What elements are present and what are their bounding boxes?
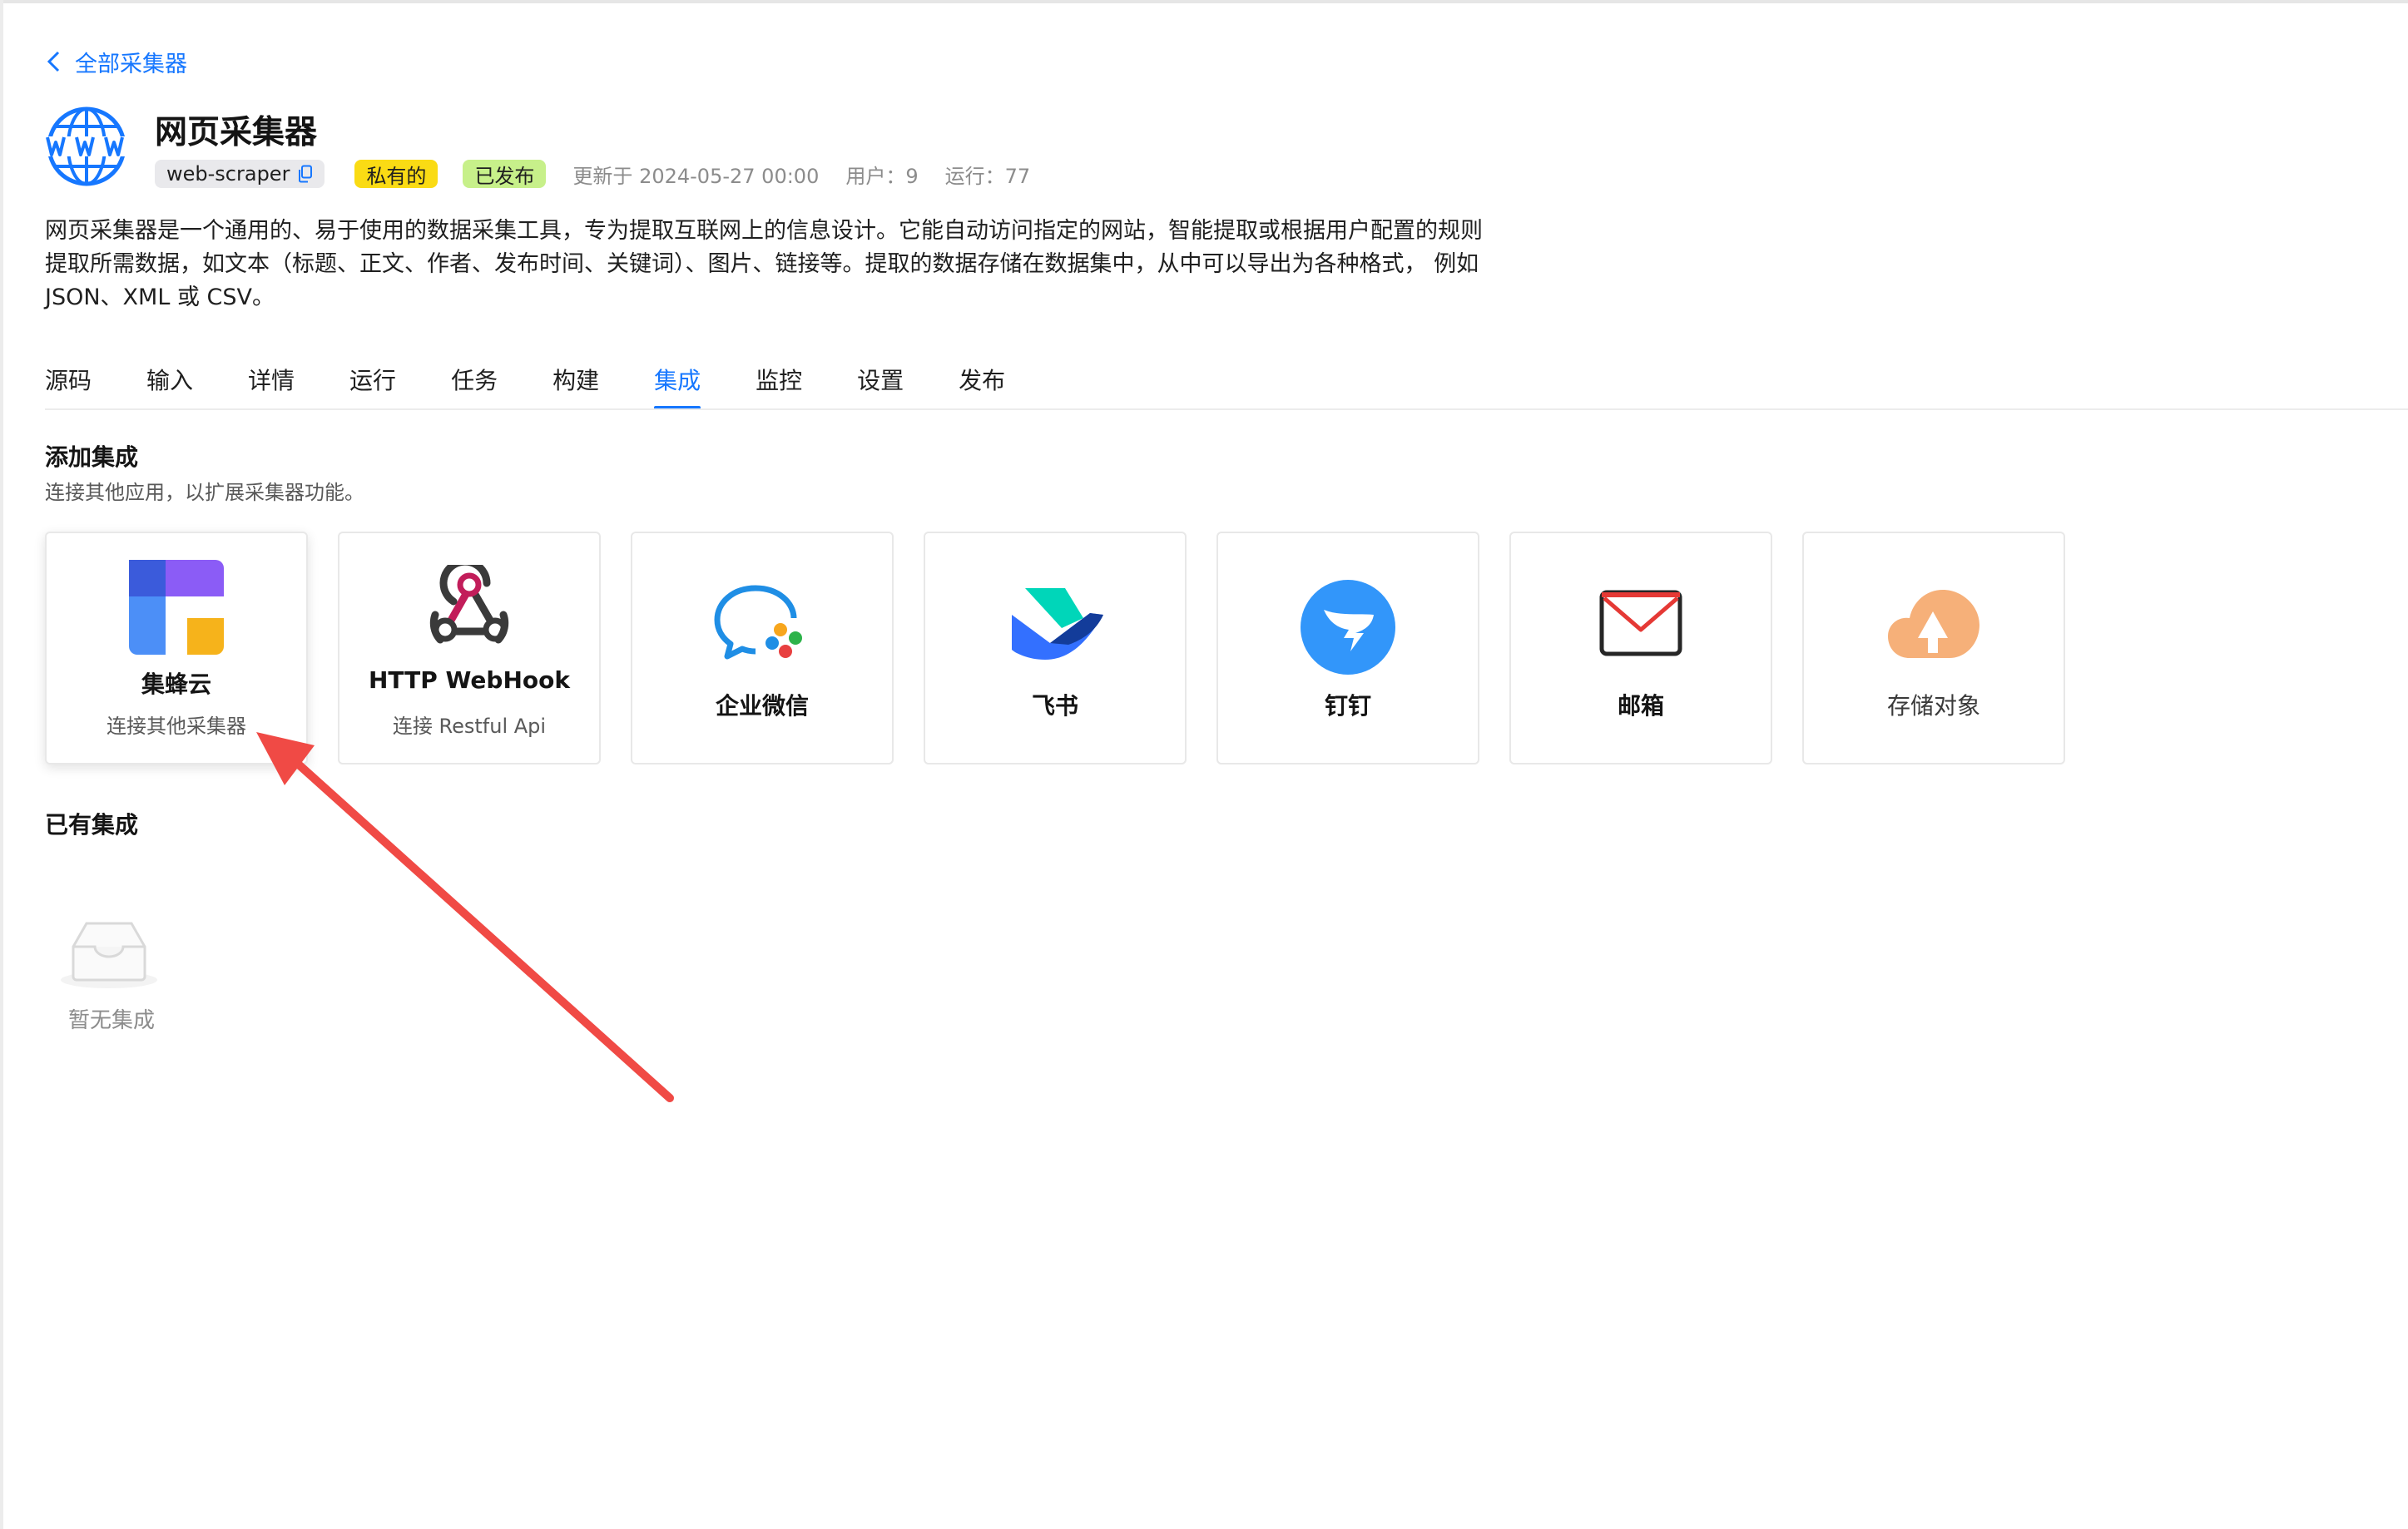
window-left-border xyxy=(0,0,3,1529)
feishu-icon xyxy=(1012,588,1103,660)
integration-desc: 连接 Restful Api xyxy=(392,715,547,738)
description-line: 提取所需数据，如文本（标题、正文、作者、发布时间、关键词）、图片、链接等。提取的… xyxy=(45,251,1479,277)
tab-monitoring[interactable]: 监控 xyxy=(756,363,802,409)
users-count: 用户：9 xyxy=(845,164,919,188)
tabs-divider xyxy=(45,408,2408,410)
tab-bar: 源码 输入 详情 运行 任务 构建 集成 监控 设置 发布 xyxy=(45,363,1060,409)
meta-row: web-scraper 私有的 已发布 更新于 2024-05-27 00:00… xyxy=(155,158,1030,190)
integration-card-feishu[interactable]: 飞书 xyxy=(924,532,1187,764)
tab-builds[interactable]: 构建 xyxy=(552,363,599,409)
add-integration-subtitle: 连接其他应用，以扩展采集器功能。 xyxy=(45,481,364,504)
tab-input[interactable]: 输入 xyxy=(146,363,193,409)
scraper-id-tag[interactable]: web-scraper xyxy=(155,160,325,188)
chevron-left-icon xyxy=(47,51,60,72)
scraper-id-text: web-scraper xyxy=(166,162,290,186)
tab-publish[interactable]: 发布 xyxy=(959,363,1005,409)
page-title: 网页采集器 xyxy=(155,114,318,151)
tab-settings[interactable]: 设置 xyxy=(857,363,904,409)
integration-name: 存储对象 xyxy=(1886,692,1980,720)
cloud-upload-icon xyxy=(1888,590,1979,658)
updated-time: 更新于 2024-05-27 00:00 xyxy=(572,164,820,188)
dingtalk-icon xyxy=(1301,580,1395,675)
description-line: 网页采集器是一个通用的、易于使用的数据采集工具，专为提取互联网上的信息设计。它能… xyxy=(45,218,1483,244)
private-badge: 私有的 xyxy=(354,160,438,188)
empty-inbox-icon xyxy=(61,922,157,988)
empty-state-text: 暂无集成 xyxy=(67,1008,155,1033)
runs-count: 运行：77 xyxy=(944,164,1031,188)
integration-card-jifengyun[interactable]: 集蜂云 连接其他采集器 xyxy=(45,532,308,764)
existing-integrations-title: 已有集成 xyxy=(45,811,139,839)
mail-icon xyxy=(1599,590,1682,656)
integration-name: 集蜂云 xyxy=(141,670,211,698)
jifengyun-logo-icon xyxy=(129,560,224,655)
integration-name: 企业微信 xyxy=(715,692,809,720)
integration-name: 飞书 xyxy=(1031,692,1078,720)
integration-desc: 连接其他采集器 xyxy=(107,715,246,738)
tab-details[interactable]: 详情 xyxy=(248,363,295,409)
wecom-icon xyxy=(714,585,802,660)
description-line: JSON、XML 或 CSV。 xyxy=(45,285,275,310)
tab-tasks[interactable]: 任务 xyxy=(451,363,498,409)
integration-card-webhook[interactable]: HTTP WebHook 连接 Restful Api xyxy=(338,532,601,764)
back-to-all-scrapers-link[interactable]: 全部采集器 xyxy=(45,45,187,78)
integration-card-object-storage[interactable]: 存储对象 xyxy=(1802,532,2065,764)
webhook-icon xyxy=(429,565,509,644)
tab-source[interactable]: 源码 xyxy=(45,363,92,409)
published-badge: 已发布 xyxy=(463,160,547,188)
integration-name: 邮箱 xyxy=(1617,692,1664,720)
scraper-description: 网页采集器是一个通用的、易于使用的数据采集工具，专为提取互联网上的信息设计。它能… xyxy=(45,215,1559,314)
tab-runs[interactable]: 运行 xyxy=(349,363,396,409)
integration-card-dingtalk[interactable]: 钉钉 xyxy=(1216,532,1479,764)
integration-name: HTTP WebHook xyxy=(369,666,570,694)
integration-card-mail[interactable]: 邮箱 xyxy=(1509,532,1772,764)
integration-card-wecom[interactable]: 企业微信 xyxy=(631,532,894,764)
www-globe-icon xyxy=(45,106,128,186)
window-top-border xyxy=(0,0,2408,3)
copy-icon[interactable] xyxy=(298,165,313,183)
back-link-label: 全部采集器 xyxy=(75,51,187,77)
integration-name: 钉钉 xyxy=(1324,692,1371,720)
tab-integrations[interactable]: 集成 xyxy=(654,363,701,409)
add-integration-title: 添加集成 xyxy=(45,443,139,471)
